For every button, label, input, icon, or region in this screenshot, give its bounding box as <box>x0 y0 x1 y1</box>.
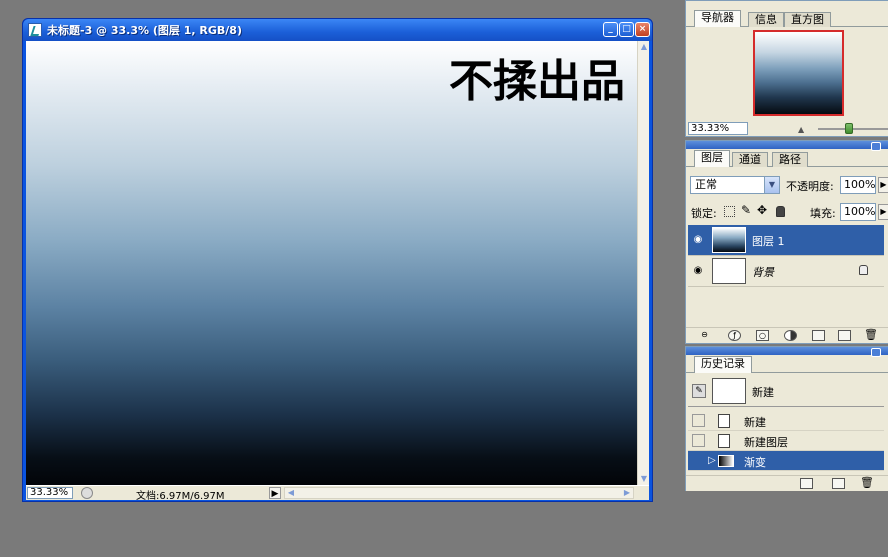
trash-icon[interactable]: 🗑 <box>860 477 874 489</box>
tab-info[interactable]: 信息 <box>748 12 784 27</box>
adjustment-layer-icon[interactable] <box>784 330 797 341</box>
zoom-slider[interactable] <box>818 128 888 130</box>
tab-channels[interactable]: 通道 <box>732 152 768 167</box>
chevron-down-icon[interactable]: ▼ <box>764 177 779 193</box>
history-item[interactable]: 新建 <box>688 411 884 431</box>
layer-mask-icon[interactable]: ○ <box>756 330 769 341</box>
document-title: 未标题-3 @ 33.3% (图层 1, RGB/8) <box>47 24 242 37</box>
navigator-panel: 导航器 信息 直方图 33.33% ▲ <box>685 0 888 137</box>
blend-mode-value: 正常 <box>695 178 717 191</box>
tab-histogram[interactable]: 直方图 <box>784 12 831 27</box>
status-menu-arrow-icon[interactable]: ▶ <box>269 487 281 499</box>
scroll-left-icon[interactable]: ◀ <box>286 488 296 498</box>
layers-footer: ⊖ ƒ ○ 🗑 <box>686 327 888 343</box>
history-source-checkbox[interactable] <box>692 434 705 447</box>
history-item-selected[interactable]: ▷ 渐变 <box>688 451 884 471</box>
tab-history[interactable]: 历史记录 <box>694 356 752 373</box>
history-source-checkbox[interactable] <box>692 414 705 427</box>
image-canvas[interactable]: 不揉出品 <box>26 41 637 485</box>
zoom-slider-handle[interactable] <box>845 123 853 134</box>
status-bar: 33.33% 文档:6.97M/6.97M ▶ ◀ ▶ <box>26 485 649 502</box>
fill-arrow-icon[interactable]: ▶ <box>878 204 888 220</box>
layers-panel-header[interactable] <box>686 141 888 149</box>
layers-panel: 图层 通道 路径 正常 ▼ 不透明度: 100% ▶ 锁定: ✎ ✥ 填充: 1… <box>685 140 888 344</box>
document-titlebar[interactable]: 未标题-3 @ 33.3% (图层 1, RGB/8) _ □ × <box>23 19 652 41</box>
document-icon <box>718 434 730 448</box>
minimize-button[interactable]: _ <box>603 22 618 37</box>
lock-brush-icon[interactable]: ✎ <box>741 203 751 217</box>
layer-thumbnail <box>712 258 746 284</box>
layers-tabs: 图层 通道 路径 <box>686 149 888 167</box>
zoom-field[interactable]: 33.33% <box>27 487 73 499</box>
lock-label: 锁定: <box>691 207 717 220</box>
tab-navigator[interactable]: 导航器 <box>694 10 741 27</box>
history-brush-source-icon[interactable]: ✎ <box>692 384 706 398</box>
history-state-marker-icon: ▷ <box>708 455 716 466</box>
canvas-text-layer: 不揉出品 <box>449 56 625 107</box>
snapshot-camera-icon[interactable] <box>832 478 845 489</box>
history-panel: 历史记录 ✎ 新建 新建 新建图层 ▷ 渐变 🗑 <box>685 346 888 491</box>
history-snapshot[interactable]: ✎ 新建 <box>688 375 884 407</box>
lock-all-icon[interactable] <box>776 206 785 217</box>
layer-style-icon[interactable]: ƒ <box>728 330 741 341</box>
zoom-out-icon[interactable]: ▲ <box>798 125 804 134</box>
blend-mode-select[interactable]: 正常 ▼ <box>690 176 780 194</box>
eye-icon[interactable]: ◉ <box>691 264 705 278</box>
gradient-tool-icon <box>718 455 734 467</box>
layer-name: 图层 1 <box>752 235 785 248</box>
scroll-right-icon[interactable]: ▶ <box>622 488 632 498</box>
opacity-arrow-icon[interactable]: ▶ <box>878 177 888 193</box>
history-panel-header[interactable] <box>686 347 888 355</box>
scroll-down-icon[interactable]: ▼ <box>639 474 649 484</box>
lock-move-icon[interactable]: ✥ <box>757 203 767 217</box>
scroll-up-icon[interactable]: ▲ <box>639 42 649 52</box>
trash-icon[interactable]: 🗑 <box>864 329 878 341</box>
navigator-preview[interactable] <box>753 30 844 116</box>
eye-icon[interactable]: ◉ <box>691 233 705 247</box>
photoshop-document-icon <box>28 23 42 37</box>
navigator-controls: 33.33% ▲ <box>688 122 888 136</box>
fill-label: 填充: <box>810 207 836 220</box>
lock-transparency-icon[interactable] <box>724 206 735 217</box>
snapshot-name: 新建 <box>752 386 774 399</box>
maximize-button[interactable]: □ <box>619 22 634 37</box>
new-layer-icon[interactable] <box>838 330 851 341</box>
fill-field[interactable]: 100% <box>840 203 876 221</box>
version-cue-icon[interactable] <box>81 487 93 499</box>
history-footer: 🗑 <box>686 475 888 491</box>
history-item[interactable]: 新建图层 <box>688 431 884 451</box>
close-button[interactable]: × <box>635 22 650 37</box>
document-window[interactable]: 未标题-3 @ 33.3% (图层 1, RGB/8) _ □ × 不揉出品 ▲… <box>22 18 653 502</box>
tab-paths[interactable]: 路径 <box>772 152 808 167</box>
tab-layers[interactable]: 图层 <box>694 150 730 167</box>
link-icon[interactable]: ⊖ <box>698 330 711 341</box>
document-size-info: 文档:6.97M/6.97M <box>136 491 225 502</box>
opacity-field[interactable]: 100% <box>840 176 876 194</box>
layer-row-layer1[interactable]: ◉ 图层 1 <box>688 225 884 256</box>
document-icon <box>718 414 730 428</box>
opacity-label: 不透明度: <box>786 180 834 193</box>
history-tabs: 历史记录 <box>686 355 888 373</box>
layer-row-background[interactable]: ◉ 背景 <box>688 256 884 287</box>
navigator-tabs: 导航器 信息 直方图 <box>686 9 888 27</box>
canvas-area: 不揉出品 ▲ ▼ 33.33% 文档:6.97M/6.97M ▶ ◀ ▶ <box>26 41 649 502</box>
new-group-icon[interactable] <box>812 330 825 341</box>
layer-thumbnail <box>712 227 746 253</box>
history-item-name: 新建图层 <box>744 436 788 449</box>
new-document-from-state-icon[interactable] <box>800 478 813 489</box>
navigator-zoom-field[interactable]: 33.33% <box>688 122 748 135</box>
vertical-scrollbar[interactable]: ▲ ▼ <box>637 41 649 485</box>
snapshot-thumbnail <box>712 378 746 404</box>
history-item-name: 渐变 <box>744 456 766 469</box>
horizontal-scrollbar[interactable]: ◀ ▶ <box>284 487 634 499</box>
layer-name: 背景 <box>752 266 774 279</box>
lock-icon <box>859 265 868 275</box>
history-item-name: 新建 <box>744 416 766 429</box>
